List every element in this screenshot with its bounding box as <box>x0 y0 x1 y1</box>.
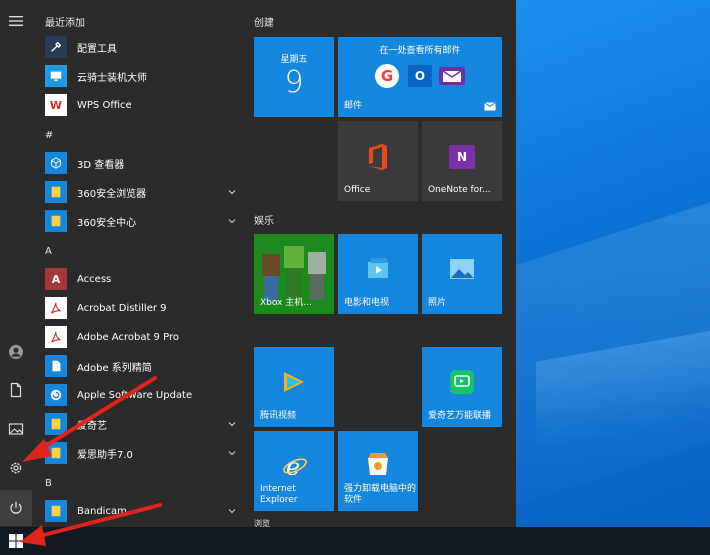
pictures-icon[interactable] <box>0 413 32 445</box>
wps-icon: W <box>45 94 67 116</box>
app-aisi-folder[interactable]: 爱思助手7.0 <box>45 440 245 466</box>
app-iqiyi-folder[interactable]: 爱奇艺 <box>45 411 245 437</box>
app-list: 最近添加 配置工具 云骑士装机大师 W WPS Office # 3D 查看器 <box>32 0 246 527</box>
google-icon: G <box>375 64 399 88</box>
office-icon <box>369 144 387 170</box>
group-title-create: 创建 <box>254 18 274 29</box>
app-adobe-series[interactable]: Adobe 系列精简 <box>45 353 245 379</box>
windows-logo-icon <box>9 534 23 548</box>
tile-photos[interactable]: 照片 <box>422 234 502 314</box>
user-account-icon[interactable] <box>0 336 32 368</box>
document-icon <box>45 355 67 377</box>
folder-icon <box>45 442 67 464</box>
tile-office[interactable]: Office <box>338 121 418 201</box>
mail-headline: 在一处查看所有邮件 <box>379 46 461 56</box>
mail-envelope-icon <box>484 102 496 111</box>
documents-icon[interactable] <box>0 374 32 406</box>
photo-icon <box>450 259 474 279</box>
tile-mail[interactable]: 在一处查看所有邮件 G O 邮件 <box>338 37 502 117</box>
section-header-hash: # <box>45 130 54 141</box>
tencent-video-icon <box>284 372 304 392</box>
acrobat-icon <box>45 297 67 319</box>
settings-gear-icon[interactable] <box>0 452 32 484</box>
folder-icon <box>45 181 67 203</box>
chevron-down-icon[interactable] <box>227 216 237 226</box>
internet-explorer-icon: e <box>283 453 307 479</box>
chevron-down-icon[interactable] <box>227 419 237 429</box>
apple-update-icon <box>45 384 67 406</box>
calendar-weekday: 星期五 <box>280 55 308 65</box>
app-access[interactable]: A Access <box>45 266 245 292</box>
app-acrobat-distiller[interactable]: Acrobat Distiller 9 <box>45 295 245 321</box>
app-bandicam-folder[interactable]: Bandicam <box>45 498 245 524</box>
tile-calendar[interactable]: 星期五 9 <box>254 37 334 117</box>
yunqishi-icon <box>45 65 67 87</box>
onenote-icon: N <box>449 145 475 169</box>
folder-icon <box>45 500 67 522</box>
chevron-down-icon[interactable] <box>227 448 237 458</box>
cube-icon <box>45 152 67 174</box>
taskbar <box>0 527 710 555</box>
tile-movies-tv[interactable]: 电影和电视 <box>338 234 418 314</box>
chevron-down-icon[interactable] <box>227 506 237 516</box>
film-icon <box>368 258 388 278</box>
svg-text:e: e <box>286 453 300 479</box>
calendar-date: 9 <box>284 65 304 100</box>
yahoo-mail-icon <box>439 67 465 85</box>
hamburger-menu-icon[interactable] <box>0 5 32 37</box>
app-config-tool[interactable]: 配置工具 <box>45 34 245 60</box>
desktop-wallpaper <box>516 0 710 527</box>
windows-start-button[interactable] <box>0 527 32 555</box>
tools-icon <box>45 36 67 58</box>
section-header-recent: 最近添加 <box>45 18 85 29</box>
tile-internet-explorer[interactable]: e Internet Explorer <box>254 431 334 511</box>
tile-uninstall-tool[interactable]: 强力卸载电脑中的软件 <box>338 431 418 511</box>
outlook-icon: O <box>408 65 432 87</box>
start-rail <box>0 0 32 527</box>
power-icon[interactable] <box>0 490 32 526</box>
start-menu: 最近添加 配置工具 云骑士装机大师 W WPS Office # 3D 查看器 <box>0 0 516 528</box>
acrobat-icon <box>45 326 67 348</box>
app-360-browser-folder[interactable]: 360安全浏览器 <box>45 179 245 205</box>
tile-area: 创建 星期五 9 在一处查看所有邮件 G O 邮件 Office N OneNo… <box>246 0 516 528</box>
tile-iqiyi-screen[interactable]: 爱奇艺万能联播 <box>422 347 502 427</box>
app-yunqishi[interactable]: 云骑士装机大师 <box>45 63 245 89</box>
shop-bag-icon <box>368 453 388 475</box>
section-header-b: B <box>45 478 52 489</box>
folder-icon <box>45 413 67 435</box>
tile-xbox[interactable]: Xbox 主机... <box>254 234 334 314</box>
app-apple-software-update[interactable]: Apple Software Update <box>45 382 245 408</box>
app-acrobat-pro[interactable]: Adobe Acrobat 9 Pro <box>45 324 245 350</box>
group-title-entertainment: 娱乐 <box>254 216 274 227</box>
app-wps-office[interactable]: W WPS Office <box>45 92 245 118</box>
tile-tencent-video[interactable]: 腾讯视频 <box>254 347 334 427</box>
chevron-down-icon[interactable] <box>227 187 237 197</box>
app-360-security-folder[interactable]: 360安全中心 <box>45 208 245 234</box>
section-header-a: A <box>45 246 52 257</box>
tile-onenote[interactable]: N OneNote for... <box>422 121 502 201</box>
access-icon: A <box>45 268 67 290</box>
folder-icon <box>45 210 67 232</box>
iqiyi-screen-icon <box>450 370 474 394</box>
app-3d-viewer[interactable]: 3D 查看器 <box>45 150 245 176</box>
